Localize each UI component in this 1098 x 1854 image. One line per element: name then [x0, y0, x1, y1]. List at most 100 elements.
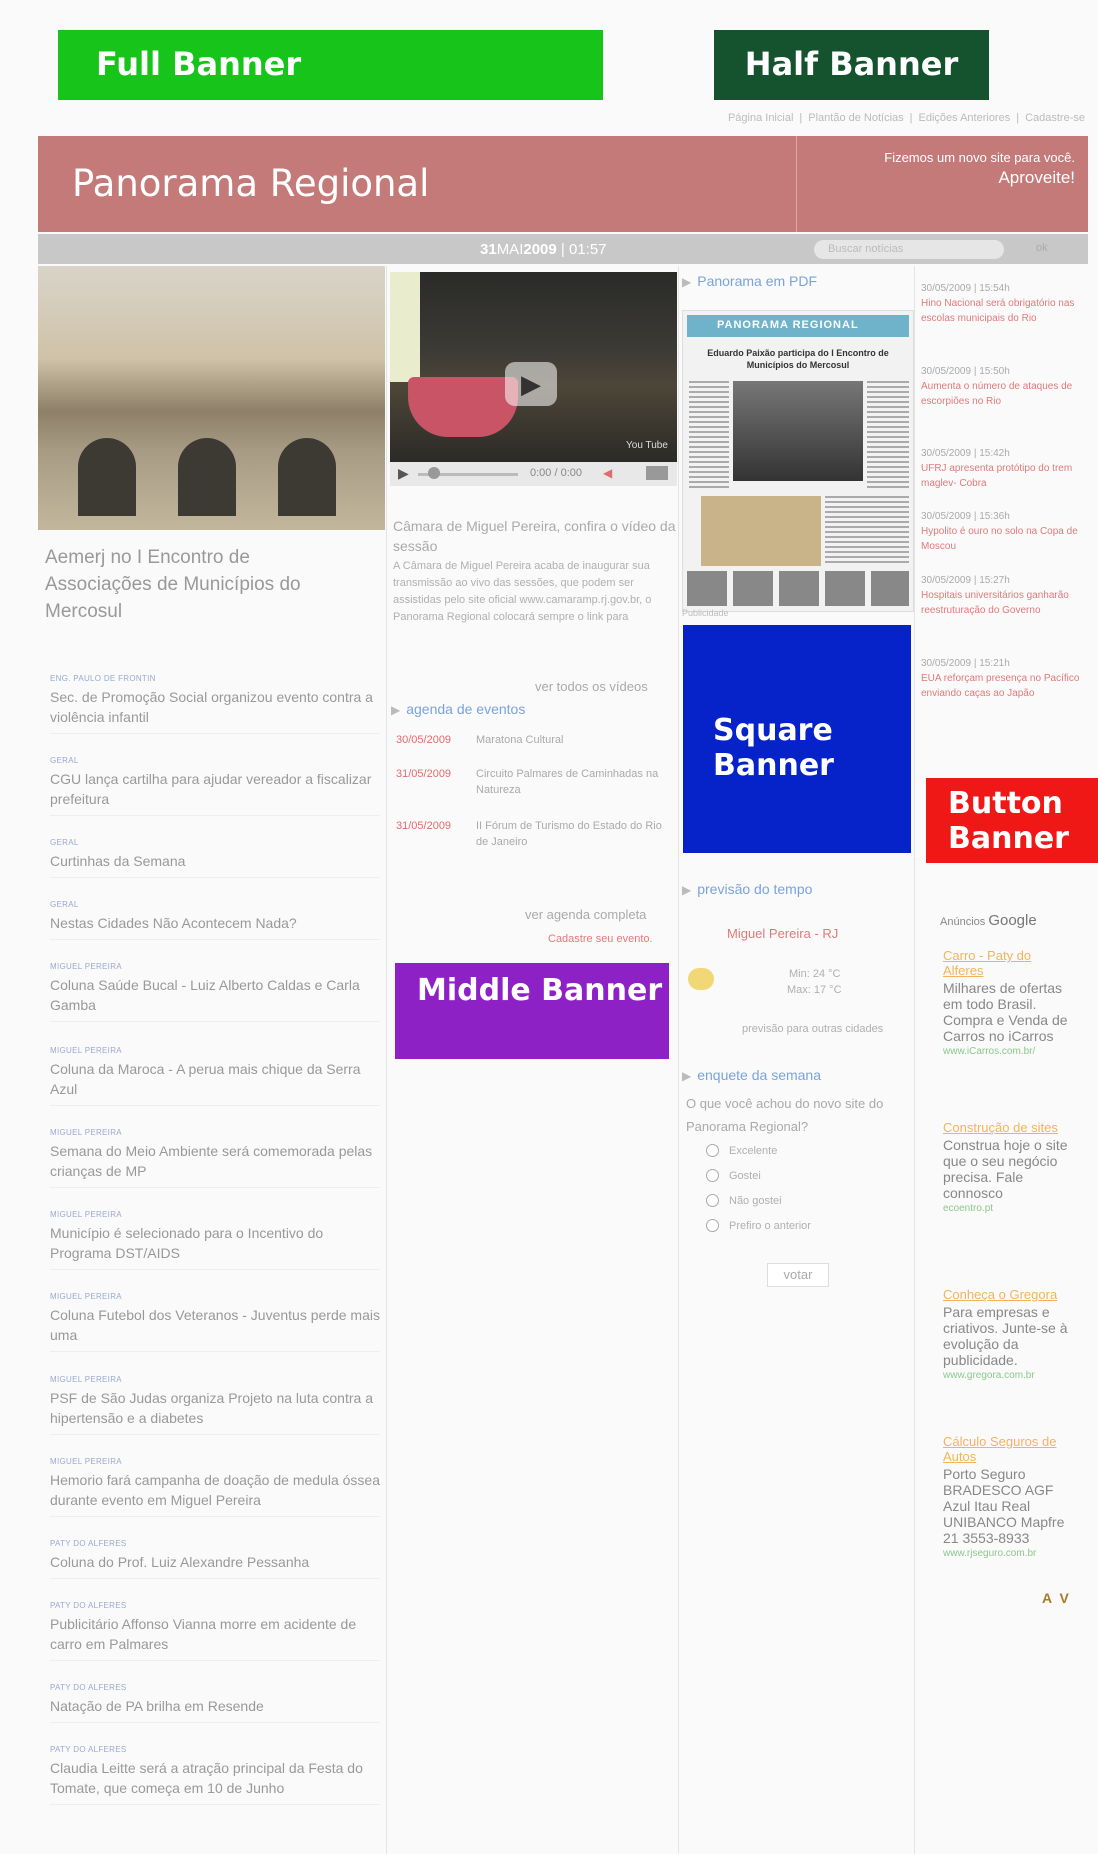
middle-banner[interactable]: Middle Banner [395, 963, 669, 1059]
agenda-register-link[interactable]: Cadastre seu evento. [548, 933, 653, 945]
list-item[interactable]: MIGUEL PEREIRA Município é selecionado pa… [50, 1210, 380, 1270]
ad-item[interactable]: Cálculo Seguros de Autos Porto Seguro BRA… [943, 1434, 1073, 1559]
news-headline[interactable]: Coluna do Prof. Luiz Alexandre Pessanha [50, 1552, 380, 1579]
ad-title[interactable]: Construção de sites [943, 1120, 1073, 1135]
radio-button[interactable] [706, 1144, 719, 1157]
list-item[interactable]: PATY DO ALFERES Publicitário Affonso Vian… [50, 1601, 380, 1661]
video-player[interactable]: ▶ You Tube ▶ 0:00 / 0:00 ◀ [390, 272, 677, 486]
nav-link-edicoes[interactable]: Edições Anteriores [919, 112, 1011, 124]
news-headline[interactable]: Sec. de Promoção Social organizou evento… [50, 687, 380, 734]
news-headline[interactable]: PSF de São Judas organiza Projeto na lut… [50, 1388, 380, 1435]
agenda-text[interactable]: Circuito Palmares de Caminhadas na Natur… [476, 766, 676, 798]
ad-url[interactable]: www.rjseguro.com.br [943, 1548, 1073, 1559]
ad-url[interactable]: www.gregora.com.br [943, 1370, 1073, 1381]
plantao-item[interactable]: 30/05/2009 | 15:42h UFRJ apresenta protót… [921, 446, 1081, 491]
ad-title[interactable]: Conheça o Gregora [943, 1287, 1073, 1302]
agenda-event[interactable]: 31/05/2009 II Fórum de Turismo do Estado … [396, 818, 676, 854]
list-item[interactable]: GERAL CGU lança cartilha para ajudar vere… [50, 756, 380, 816]
news-headline[interactable]: Nestas Cidades Não Acontecem Nada? [50, 913, 380, 940]
agenda-text[interactable]: Maratona Cultural [476, 732, 676, 748]
news-headline[interactable]: Natação de PA brilha em Resende [50, 1696, 380, 1723]
agenda-full-link[interactable]: ver agenda completa [525, 907, 646, 922]
list-item[interactable]: PATY DO ALFERES Natação de PA brilha em R… [50, 1683, 380, 1723]
list-item[interactable]: MIGUEL PEREIRA Coluna Saúde Bucal - Luiz … [50, 962, 380, 1022]
site-title[interactable]: Panorama Regional [72, 162, 429, 205]
ad-title[interactable]: Carro - Paty do Alferes [943, 948, 1073, 978]
plantao-headline[interactable]: Hino Nacional será obrigatório nas escol… [921, 296, 1081, 326]
plantao-headline[interactable]: Aumenta o número de ataques de escorpiõe… [921, 379, 1081, 409]
list-item[interactable]: GERAL Nestas Cidades Não Acontecem Nada? [50, 900, 380, 940]
nav-link-plantao[interactable]: Plantão de Notícias [808, 112, 903, 124]
news-headline[interactable]: Coluna da Maroca - A perua mais chique d… [50, 1059, 380, 1106]
news-headline[interactable]: Claudia Leitte será a atração principal … [50, 1758, 380, 1805]
button-banner[interactable]: Button Banner [926, 778, 1098, 863]
poll-option[interactable]: Não gostei [706, 1194, 782, 1207]
ad-item[interactable]: Conheça o Gregora Para empresas e criativ… [943, 1287, 1073, 1381]
ad-item[interactable]: Carro - Paty do Alferes Milhares de ofert… [943, 948, 1073, 1057]
poll-option[interactable]: Prefiro o anterior [706, 1219, 811, 1232]
news-headline[interactable]: Curtinhas da Semana [50, 851, 380, 878]
youtube-logo[interactable]: You Tube [626, 440, 668, 451]
plantao-item[interactable]: 30/05/2009 | 15:54h Hino Nacional será ob… [921, 281, 1081, 326]
pdf-thumbnail[interactable]: PANORAMA REGIONAL Eduardo Paixão partici… [682, 310, 914, 612]
news-headline[interactable]: Coluna Futebol dos Veteranos - Juventus … [50, 1305, 380, 1352]
google-logo[interactable]: Google [988, 912, 1036, 929]
video-frame[interactable]: ▶ You Tube [390, 272, 677, 462]
search-input[interactable]: Buscar notícias [814, 240, 1004, 259]
news-headline[interactable]: Publicitário Affonso Vianna morre em aci… [50, 1614, 380, 1661]
news-headline[interactable]: Coluna Saúde Bucal - Luiz Alberto Caldas… [50, 975, 380, 1022]
news-headline[interactable]: Município é selecionado para o Incentivo… [50, 1223, 380, 1270]
plantao-item[interactable]: 30/05/2009 | 15:21h EUA reforçam presença… [921, 656, 1081, 701]
list-item[interactable]: MIGUEL PEREIRA PSF de São Judas organiza … [50, 1375, 380, 1435]
video-scrubber[interactable] [428, 467, 440, 479]
volume-icon[interactable]: ◀ [603, 466, 612, 480]
plantao-headline[interactable]: EUA reforçam presença no Pacífico envian… [921, 671, 1081, 701]
all-videos-link[interactable]: ver todos os vídeos [535, 679, 648, 694]
poll-option[interactable]: Excelente [706, 1144, 777, 1157]
plantao-headline[interactable]: Hospitais universitários ganharão reestr… [921, 588, 1081, 618]
list-item[interactable]: GERAL Curtinhas da Semana [50, 838, 380, 878]
agenda-event[interactable]: 30/05/2009 Maratona Cultural [396, 732, 676, 752]
ad-item[interactable]: Construção de sites Construa hoje o site … [943, 1120, 1073, 1214]
ad-title[interactable]: Cálculo Seguros de Autos [943, 1434, 1073, 1464]
pdf-title[interactable]: Panorama em PDF [697, 273, 817, 289]
news-headline[interactable]: CGU lança cartilha para ajudar vereador … [50, 769, 380, 816]
news-headline[interactable]: Semana do Meio Ambiente será comemorada … [50, 1141, 380, 1188]
vote-button[interactable]: votar [767, 1263, 829, 1287]
radio-button[interactable] [706, 1194, 719, 1207]
fullscreen-icon[interactable] [646, 466, 668, 480]
full-banner[interactable]: Full Banner [58, 30, 603, 100]
poll-option[interactable]: Gostei [706, 1169, 761, 1182]
nav-link-cadastre[interactable]: Cadastre-se [1025, 112, 1085, 124]
list-item[interactable]: MIGUEL PEREIRA Coluna Futebol dos Veteran… [50, 1292, 380, 1352]
news-headline[interactable]: Hemorio fará campanha de doação de medul… [50, 1470, 380, 1517]
video-caption[interactable]: Câmara de Miguel Pereira, confira o víde… [393, 516, 676, 556]
radio-button[interactable] [706, 1169, 719, 1182]
ad-url[interactable]: www.iCarros.com.br/ [943, 1046, 1073, 1057]
play-icon[interactable]: ▶ [505, 362, 557, 406]
list-item[interactable]: ENG. PAULO DE FRONTIN Sec. de Promoção So… [50, 674, 380, 734]
plantao-headline[interactable]: UFRJ apresenta protótipo do trem maglev-… [921, 461, 1081, 491]
list-item[interactable]: MIGUEL PEREIRA Coluna da Maroca - A perua… [50, 1046, 380, 1106]
weather-other-cities-link[interactable]: previsão para outras cidades [742, 1023, 883, 1035]
plantao-headline[interactable]: Hypolito é ouro no solo na Copa de Mosco… [921, 524, 1081, 554]
lead-story-image[interactable] [38, 266, 385, 530]
list-item[interactable]: MIGUEL PEREIRA Semana do Meio Ambiente se… [50, 1128, 380, 1188]
ad-nav-arrows[interactable]: A V [1042, 1590, 1071, 1606]
half-banner[interactable]: Half Banner [714, 30, 989, 100]
ad-url[interactable]: ecoentro.pt [943, 1203, 1073, 1214]
square-banner[interactable]: Square Banner [683, 625, 911, 853]
plantao-item[interactable]: 30/05/2009 | 15:50h Aumenta o número de a… [921, 364, 1081, 409]
plantao-item[interactable]: 30/05/2009 | 15:27h Hospitais universitár… [921, 573, 1081, 618]
lead-story-title[interactable]: Aemerj no I Encontro de Associações de M… [45, 544, 355, 625]
agenda-text[interactable]: II Fórum de Turismo do Estado do Rio de … [476, 818, 676, 850]
plantao-item[interactable]: 30/05/2009 | 15:36h Hypolito é ouro no so… [921, 509, 1081, 554]
list-item[interactable]: PATY DO ALFERES Coluna do Prof. Luiz Alex… [50, 1539, 380, 1579]
agenda-event[interactable]: 31/05/2009 Circuito Palmares de Caminhada… [396, 766, 676, 802]
play-button-icon[interactable]: ▶ [398, 465, 409, 482]
list-item[interactable]: MIGUEL PEREIRA Hemorio fará campanha de d… [50, 1457, 380, 1517]
radio-button[interactable] [706, 1219, 719, 1232]
search-ok-button[interactable]: ok [1036, 242, 1048, 254]
nav-link-home[interactable]: Página Inicial [728, 112, 793, 124]
list-item[interactable]: PATY DO ALFERES Claudia Leitte será a atr… [50, 1745, 380, 1805]
